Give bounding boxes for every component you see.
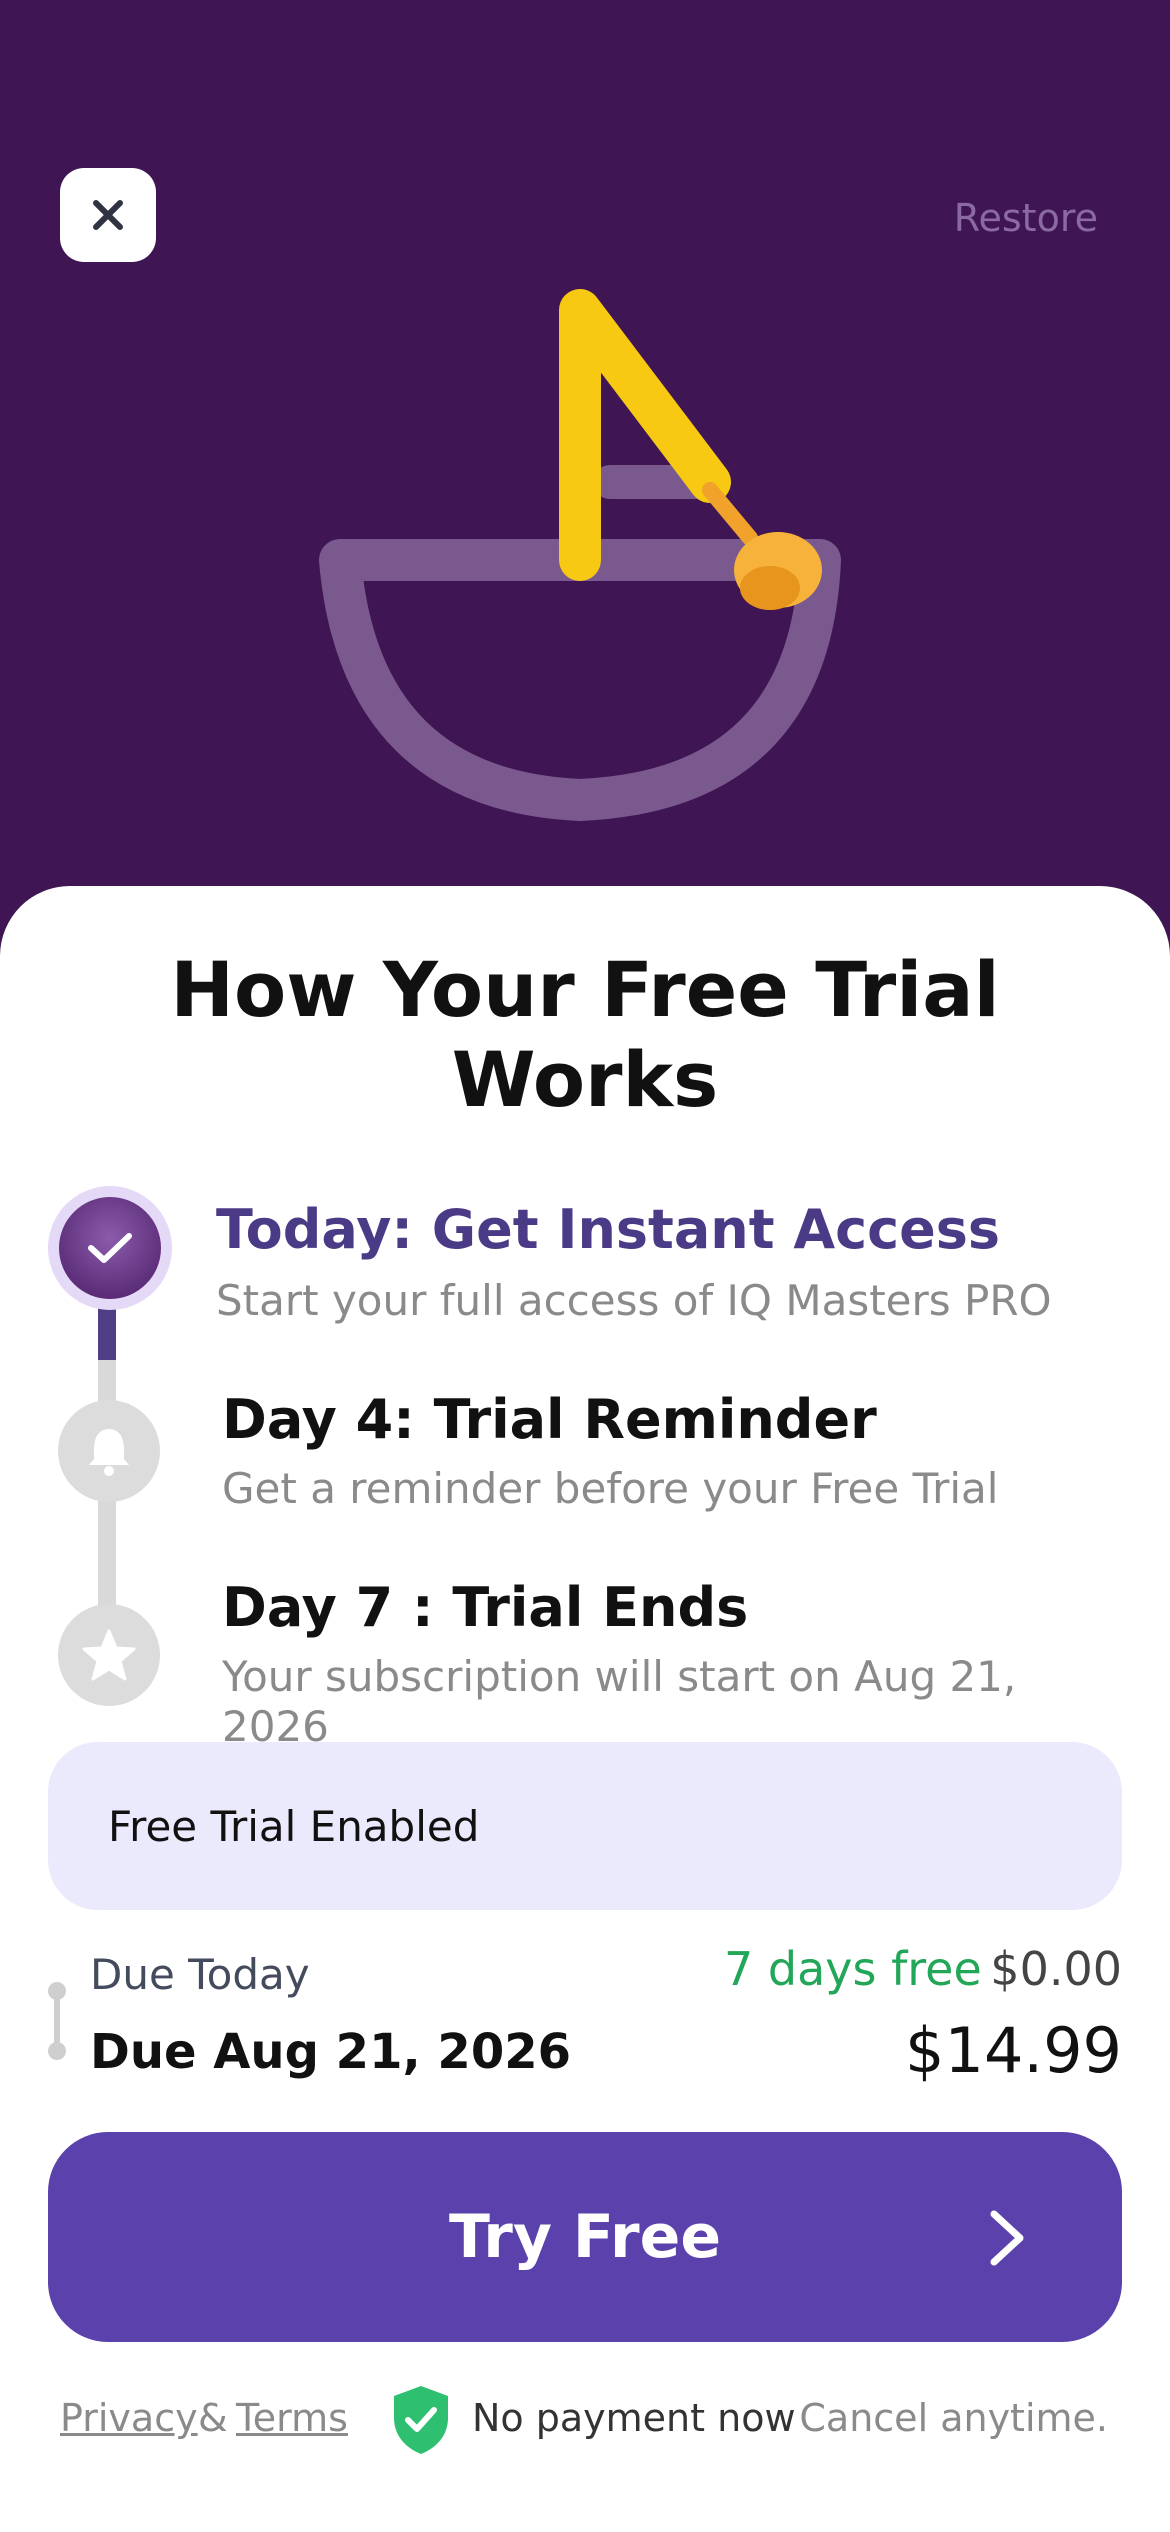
step-trial-end-title: Day 7 : Trial Ends	[222, 1576, 749, 1639]
due-today-price: $0.00	[990, 1942, 1122, 1996]
try-free-button[interactable]: Try Free	[48, 2132, 1122, 2342]
step-reminder-title: Day 4: Trial Reminder	[222, 1388, 877, 1451]
check-icon	[88, 1233, 132, 1263]
hero-section: Restore	[0, 0, 1170, 900]
terms-link[interactable]: Terms	[236, 2396, 348, 2440]
paywall-screen: Restore How Your Free Trial Works Today:…	[0, 0, 1170, 2532]
close-icon	[93, 200, 123, 230]
try-free-label: Try Free	[448, 2202, 722, 2272]
chevron-right-icon	[990, 2210, 1024, 2266]
privacy-link[interactable]: Privacy	[60, 2396, 198, 2440]
step-reminder-description: Get a reminder before your Free Trial	[222, 1464, 999, 1513]
bell-icon	[89, 1429, 129, 1476]
star-icon	[82, 1629, 136, 1681]
cancel-anytime-text: Cancel anytime.	[799, 2396, 1108, 2440]
step-today-marker	[48, 1186, 172, 1310]
step-today-title: Today: Get Instant Access	[216, 1198, 1001, 1261]
restore-button[interactable]: Restore	[954, 196, 1098, 240]
step-today-description: Start your full access of IQ Masters PRO	[216, 1276, 1052, 1325]
free-trial-toggle[interactable]: Free Trial Enabled	[48, 1742, 1122, 1910]
days-free-badge: 7 days free	[724, 1942, 982, 1996]
shield-check-icon	[394, 2386, 448, 2454]
free-trial-label: Free Trial Enabled	[108, 1801, 480, 1851]
due-later-label: Due Aug 21, 2026	[90, 2024, 572, 2080]
step-trial-end-description: Your subscription will start on Aug 21, …	[222, 1652, 1017, 1751]
letter-tracing-illustration	[319, 289, 841, 821]
due-dot	[48, 2042, 66, 2060]
page-title: How Your Free Trial Works	[170, 945, 1000, 1124]
due-today-label: Due Today	[90, 1950, 310, 1999]
footer-ampersand: &	[198, 2396, 228, 2440]
due-dot	[48, 1982, 66, 2000]
no-payment-text: No payment now	[472, 2396, 796, 2440]
close-button[interactable]	[60, 168, 156, 262]
step-reminder-marker	[58, 1400, 160, 1502]
step-trial-end-marker	[58, 1604, 160, 1706]
due-later-price: $14.99	[905, 2014, 1122, 2087]
